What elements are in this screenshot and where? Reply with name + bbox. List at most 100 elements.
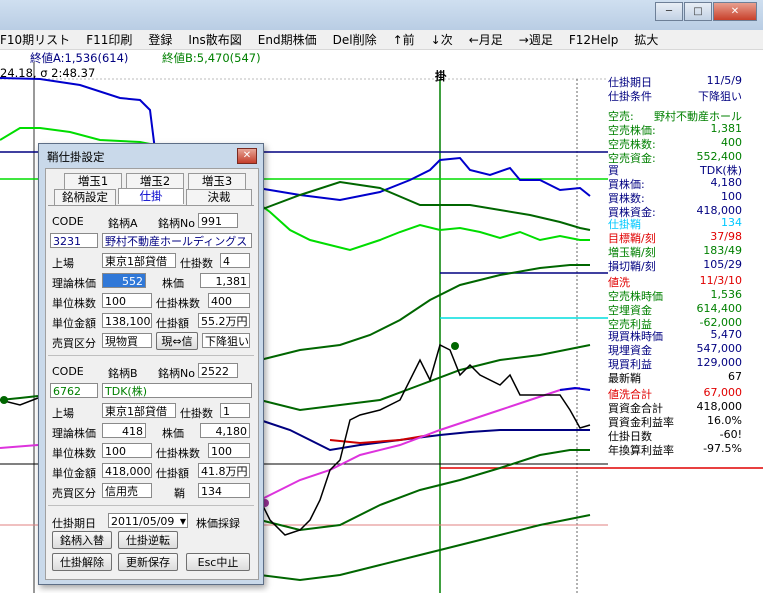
market-b-field[interactable]: 東京1部貸借 [102,403,176,418]
position-date-select[interactable]: 2011/05/09 ▼ [108,513,188,528]
market-b-label: 上場 [52,407,74,420]
stock-no-a-field[interactable]: 991 [198,213,238,228]
info-label: 損切鞘/刻 [608,260,656,273]
menu-help[interactable]: F12Help [569,33,619,47]
spread-label: 鞘 [174,487,185,500]
tab-add-2[interactable]: 増玉2 [126,173,184,189]
trade-type-a-field[interactable]: 現物買 [102,333,152,348]
menu-next[interactable]: ↓次 [431,31,453,48]
tab-settlement[interactable]: 決裁 [186,189,252,205]
menu-print[interactable]: F11印刷 [86,31,132,48]
dialog-close-icon[interactable]: ✕ [237,148,257,164]
position-count-b-label: 仕掛数 [180,407,213,420]
info-label: 最新鞘 [608,372,641,385]
unit-amount-b-field[interactable]: 418,000 [102,463,152,478]
unit-shares-b-field[interactable]: 100 [102,443,152,458]
position-amount-b-field[interactable]: 41.8万円 [198,463,250,478]
position-amount-a-label: 仕掛額 [156,317,189,330]
info-value: 134 [721,216,742,229]
price-a-field[interactable]: 1,381 [200,273,250,288]
unit-amount-a-field[interactable]: 138,100 [102,313,152,328]
position-count-b-field[interactable]: 1 [220,403,250,418]
close-button[interactable]: ✕ [713,2,757,21]
theory-price-a-field[interactable]: 552 [102,273,146,288]
menu-register[interactable]: 登録 [148,31,172,48]
market-a-label: 上場 [52,257,74,270]
code-b-field[interactable]: 6762 [50,383,98,398]
tab-add-3[interactable]: 増玉3 [188,173,246,189]
close-price-b: 終値B:5,470(547) [162,51,261,65]
menu-period-list[interactable]: F10期リスト [0,31,70,48]
unit-amount-a-label: 単位金額 [52,317,96,330]
menu-zoom[interactable]: 拡大 [634,31,658,48]
trade-type-b-field[interactable]: 信用売 [102,483,152,498]
info-row: 仕掛条件 下降狙い [608,88,742,104]
position-count-a-field[interactable]: 4 [220,253,250,268]
condition-field[interactable]: 下降狙い [202,333,250,348]
menu-bar: F10期リスト F11印刷 登録 Ins散布図 End期株価 Del削除 ↑前 … [0,30,763,50]
info-value: 67,000 [703,386,743,399]
info-value: 11/5/9 [706,74,742,87]
position-shares-a-field[interactable]: 400 [208,293,250,308]
stock-no-a-label: 銘柄No [158,217,195,230]
menu-delete[interactable]: Del削除 [333,31,377,48]
minimize-button[interactable]: ─ [655,2,683,21]
info-value: 67 [728,370,742,383]
menu-prev[interactable]: ↑前 [393,31,415,48]
price-a-label: 株価 [162,277,184,290]
info-label: 年換算利益率 [608,444,674,457]
menu-weekly[interactable]: →週足 [519,31,553,48]
unit-shares-a-field[interactable]: 100 [102,293,152,308]
tab-position[interactable]: 仕掛 [118,188,184,204]
stock-a-label: 銘柄A [108,217,138,230]
theory-price-a-label: 理論株価 [52,277,96,290]
info-value: 1,381 [710,122,743,135]
maximize-button[interactable]: □ [684,2,712,21]
stock-no-b-field[interactable]: 2522 [198,363,238,378]
info-value: 5,470 [710,328,743,341]
theory-price-b-label: 理論株価 [52,427,96,440]
esc-cancel-button[interactable]: Esc中止 [186,553,250,571]
spread-field[interactable]: 134 [198,483,250,498]
info-row: 損切鞘/刻 105/29 [608,258,742,274]
position-shares-b-label: 仕掛株数 [156,447,200,460]
info-value: 105/29 [703,258,742,271]
position-marker: 掛 [435,69,447,83]
dialog-body: 増玉1 増玉2 増玉3 銘柄設定 仕掛 決裁 CODE 銘柄A 銘柄No 991… [45,168,259,580]
info-row: 最新鞘 67 [608,370,742,386]
market-a-field[interactable]: 東京1部貸借 [102,253,176,268]
cancel-position-button[interactable]: 仕掛解除 [52,553,112,571]
position-amount-a-field[interactable]: 55.2万円 [198,313,250,328]
position-date-label: 仕掛期日 [52,517,96,530]
menu-scatter[interactable]: Ins散布図 [188,31,241,48]
info-value: 418,000 [696,400,743,413]
position-shares-b-field[interactable]: 100 [208,443,250,458]
code-a-field[interactable]: 3231 [50,233,98,248]
menu-monthly[interactable]: ←月足 [469,31,503,48]
price-b-field[interactable]: 4,180 [200,423,250,438]
trade-type-b-label: 売買区分 [52,487,96,500]
info-value: 4,180 [710,176,743,189]
theory-price-b-field[interactable]: 418 [102,423,146,438]
menu-period-price[interactable]: End期株価 [258,31,317,48]
chevron-down-icon[interactable]: ▼ [180,514,186,527]
unit-amount-b-label: 単位金額 [52,467,96,480]
position-date-value: 2011/05/09 [111,515,175,528]
tab-stock-settings[interactable]: 銘柄設定 [54,189,116,205]
info-value: 183/49 [703,244,742,257]
update-save-button[interactable]: 更新保存 [118,553,178,571]
info-value: 100 [721,190,742,203]
price-capture-button[interactable]: 株価採録 [196,515,240,531]
reverse-position-button[interactable]: 仕掛逆転 [118,531,178,549]
position-count-a-label: 仕掛数 [180,257,213,270]
tab-add-1[interactable]: 増玉1 [64,173,122,189]
code-b-label: CODE [52,365,84,378]
info-label: 仕掛条件 [608,90,652,103]
price-b-label: 株価 [162,427,184,440]
swap-stock-button[interactable]: 銘柄入替 [52,531,112,549]
stock-a-name-field[interactable]: 野村不動産ホールディングス [102,233,252,248]
stock-b-name-field[interactable]: TDK(株) [102,383,252,398]
info-value: 16.0% [707,414,742,427]
cash-margin-toggle-button[interactable]: 現⇔信 [156,332,198,350]
info-value: 1,536 [710,288,743,301]
